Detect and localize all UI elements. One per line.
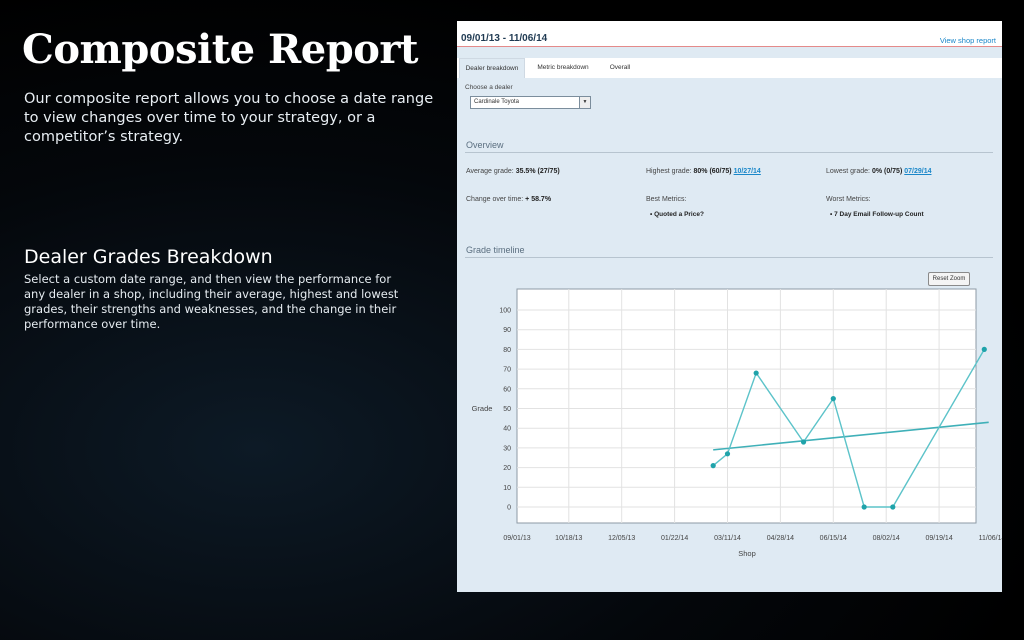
x-tick-label: 06/15/14 — [820, 535, 847, 542]
y-tick-label: 80 — [503, 347, 511, 354]
y-tick-label: 40 — [503, 426, 511, 433]
section-description: Select a custom date range, and then vie… — [24, 272, 399, 331]
grade-timeline-chart: 0 10 20 30 40 50 60 70 80 90 100 09/01/13 10/18/13 12… — [472, 288, 1002, 558]
page-title: Composite Report — [22, 26, 418, 73]
y-tick-label: 70 — [503, 367, 511, 374]
y-tick-label: 50 — [503, 406, 511, 413]
x-tick-label: 01/22/14 — [661, 535, 688, 542]
data-point — [981, 346, 987, 352]
y-tick-label: 10 — [503, 485, 511, 492]
data-point — [830, 396, 836, 402]
x-axis-label: Shop — [738, 549, 756, 558]
y-tick-label: 100 — [499, 308, 511, 315]
y-tick-label: 60 — [503, 386, 511, 393]
data-point — [890, 504, 896, 510]
x-tick-label: 04/28/14 — [767, 535, 794, 542]
data-point — [861, 504, 867, 510]
x-tick-label: 08/02/14 — [873, 535, 900, 542]
y-tick-label: 90 — [503, 327, 511, 334]
data-point — [710, 463, 716, 469]
x-tick-label: 11/06/14 — [979, 535, 1002, 542]
y-axis-label: Grade — [472, 404, 493, 413]
data-point — [724, 451, 731, 457]
reset-zoom-button[interactable]: Reset Zoom — [928, 272, 970, 286]
y-tick-label: 30 — [503, 445, 511, 452]
data-point — [753, 370, 759, 376]
x-tick-label: 03/11/14 — [714, 535, 741, 542]
section-title: Dealer Grades Breakdown — [24, 246, 273, 268]
data-point — [800, 439, 807, 445]
x-tick-label: 12/05/13 — [608, 535, 635, 542]
y-tick-label: 0 — [507, 505, 511, 512]
report-screenshot-panel: 09/01/13 - 11/06/14 View shop report Dea… — [457, 21, 1002, 592]
y-tick-label: 20 — [503, 465, 511, 472]
plot-area — [516, 288, 977, 524]
x-tick-label: 10/18/13 — [555, 535, 582, 542]
x-tick-label: 09/19/14 — [925, 535, 952, 542]
page-description: Our composite report allows you to choos… — [24, 91, 434, 145]
x-tick-label: 09/01/13 — [503, 535, 530, 542]
